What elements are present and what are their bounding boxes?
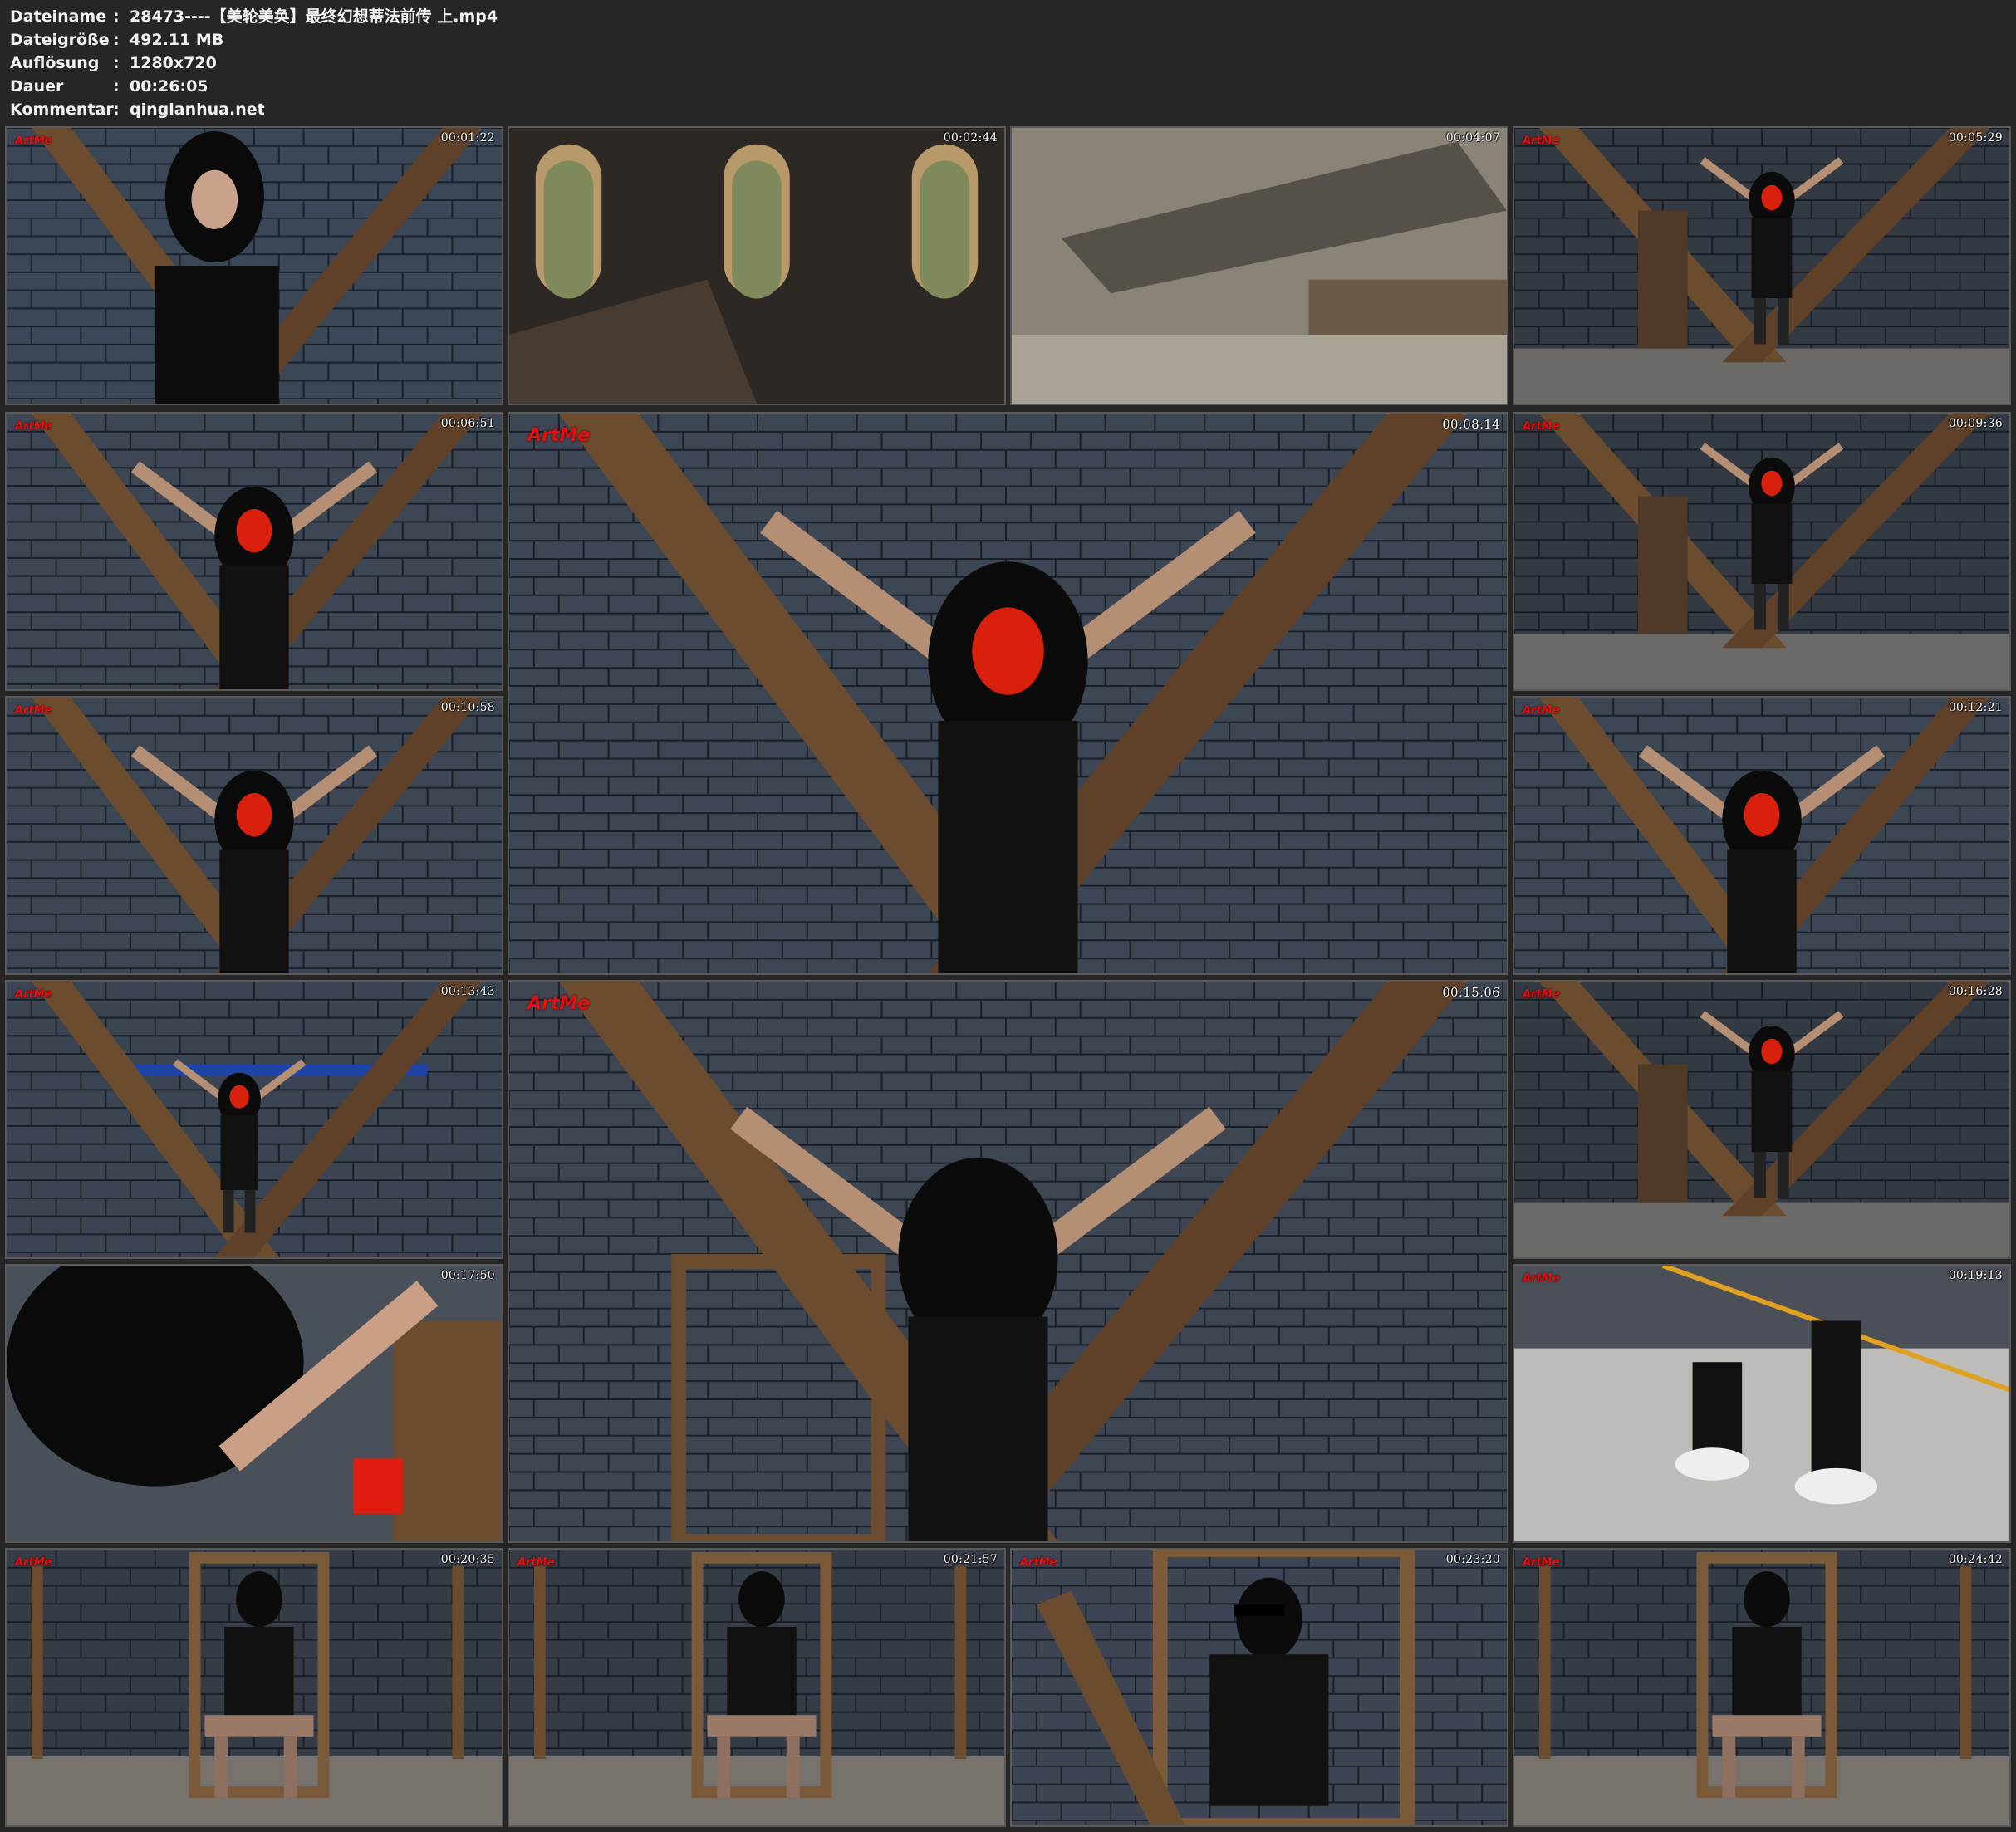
watermark-logo: ArtMe	[15, 135, 52, 147]
frame-scene-image	[7, 128, 502, 404]
frame-timestamp: 00:10:58	[440, 701, 495, 714]
info-key: Auflösung	[10, 54, 100, 72]
info-key: Dateiname	[10, 7, 107, 26]
frame-scene-image	[1012, 1550, 1507, 1825]
video-frame-thumbnail: ArtMe 00:09:36	[1513, 412, 2011, 691]
info-key: Kommentar	[10, 100, 114, 119]
video-frame-thumbnail: ArtMe 00:24:42	[1513, 1548, 2011, 1827]
info-key: Dateigröße	[10, 31, 110, 49]
info-row-filesize: Dateigröße : 492.11 MB	[10, 28, 498, 51]
info-row-filename: Dateiname : 28473----【美轮美奂】最终幻想蒂法前传 上.mp…	[10, 5, 498, 28]
frame-scene-image	[509, 128, 1004, 404]
frame-timestamp: 00:09:36	[1948, 417, 2003, 430]
info-value-comment: qinglanhua.net	[130, 100, 265, 119]
frame-scene-image	[1514, 698, 2009, 973]
info-row-resolution: Auflösung : 1280x720	[10, 51, 498, 75]
info-separator: :	[113, 77, 120, 96]
frame-scene-image	[1514, 128, 2009, 404]
frame-timestamp: 00:08:14	[1442, 417, 1500, 432]
frame-timestamp: 00:01:22	[440, 131, 495, 145]
video-frame-thumbnail: ArtMe 00:16:28	[1513, 980, 2011, 1259]
watermark-logo: ArtMe	[15, 420, 52, 433]
info-separator: :	[113, 31, 120, 49]
watermark-logo: ArtMe	[1523, 988, 1560, 1001]
frame-scene-image	[1514, 982, 2009, 1257]
frame-timestamp: 00:15:06	[1442, 985, 1500, 1000]
frame-timestamp: 00:05:29	[1948, 131, 2003, 145]
video-frame-thumbnail: ArtMe 00:01:22	[5, 126, 503, 405]
frame-timestamp: 00:13:43	[440, 985, 495, 998]
video-frame-thumbnail: 00:02:44	[508, 126, 1006, 405]
frame-scene-image	[7, 698, 502, 973]
video-frame-thumbnail: ArtMe 00:06:51	[5, 412, 503, 691]
frame-timestamp: 00:17:50	[440, 1269, 495, 1282]
frame-timestamp: 00:23:20	[1445, 1553, 1500, 1566]
frame-timestamp: 00:16:28	[1948, 985, 2003, 998]
video-frame-thumbnail: ArtMe 00:13:43	[5, 980, 503, 1259]
frame-scene-image	[509, 414, 1507, 973]
watermark-logo: ArtMe	[15, 1556, 52, 1569]
frame-timestamp: 00:20:35	[440, 1553, 495, 1566]
video-frame-thumbnail: ArtMe 00:15:06	[508, 980, 1508, 1543]
video-frame-thumbnail: ArtMe 00:21:57	[508, 1548, 1006, 1827]
video-frame-thumbnail: ArtMe 00:20:35	[5, 1548, 503, 1827]
info-value-filename: 28473----【美轮美奂】最终幻想蒂法前传 上.mp4	[130, 7, 498, 26]
frame-timestamp: 00:06:51	[440, 417, 495, 430]
watermark-logo: ArtMe	[1020, 1556, 1057, 1569]
info-key: Dauer	[10, 77, 64, 96]
frame-timestamp: 00:02:44	[943, 131, 998, 145]
info-value-filesize: 492.11 MB	[130, 31, 224, 49]
video-frame-thumbnail: ArtMe 00:08:14	[508, 412, 1508, 975]
watermark-logo: ArtMe	[1523, 420, 1560, 433]
info-row-comment: Kommentar : qinglanhua.net	[10, 98, 498, 121]
watermark-logo: ArtMe	[527, 425, 591, 446]
watermark-logo: ArtMe	[1523, 1272, 1560, 1285]
info-separator: :	[113, 7, 120, 26]
frame-timestamp: 00:12:21	[1948, 701, 2003, 714]
frame-scene-image	[7, 982, 502, 1257]
frame-scene-image	[7, 1550, 502, 1825]
watermark-logo: ArtMe	[15, 704, 52, 717]
frame-scene-image	[509, 1550, 1004, 1825]
frame-scene-image	[7, 1266, 502, 1541]
video-frame-thumbnail: ArtMe 00:12:21	[1513, 696, 2011, 975]
frame-timestamp: 00:24:42	[1948, 1553, 2003, 1566]
info-row-duration: Dauer : 00:26:05	[10, 75, 498, 98]
frame-timestamp: 00:19:13	[1948, 1269, 2003, 1282]
frame-scene-image	[1514, 414, 2009, 689]
frame-scene-image	[7, 414, 502, 689]
video-frame-thumbnail: ArtMe 00:19:13	[1513, 1264, 2011, 1543]
contact-sheet: Dateiname : 28473----【美轮美奂】最终幻想蒂法前传 上.mp…	[0, 0, 2016, 1832]
video-frame-thumbnail: ArtMe 00:10:58	[5, 696, 503, 975]
frame-timestamp: 00:21:57	[943, 1553, 998, 1566]
video-frame-thumbnail: 00:04:07	[1010, 126, 1508, 405]
watermark-logo: ArtMe	[517, 1556, 555, 1569]
video-frame-thumbnail: ArtMe 00:05:29	[1513, 126, 2011, 405]
frame-scene-image	[1012, 128, 1507, 404]
frame-scene-image	[1514, 1550, 2009, 1825]
watermark-logo: ArtMe	[1523, 1556, 1560, 1569]
watermark-logo: ArtMe	[15, 988, 52, 1001]
frame-scene-image	[1514, 1266, 2009, 1541]
watermark-logo: ArtMe	[1523, 704, 1560, 717]
frame-scene-image	[509, 982, 1507, 1541]
info-value-duration: 00:26:05	[130, 77, 208, 96]
info-separator: :	[113, 54, 120, 72]
watermark-logo: ArtMe	[527, 993, 591, 1014]
frame-timestamp: 00:04:07	[1445, 131, 1500, 145]
file-info-panel: Dateiname : 28473----【美轮美奂】最终幻想蒂法前传 上.mp…	[10, 5, 498, 121]
video-frame-thumbnail: ArtMe 00:23:20	[1010, 1548, 1508, 1827]
video-frame-thumbnail: 00:17:50	[5, 1264, 503, 1543]
info-value-resolution: 1280x720	[130, 54, 217, 72]
info-separator: :	[113, 100, 120, 119]
watermark-logo: ArtMe	[1523, 135, 1560, 147]
